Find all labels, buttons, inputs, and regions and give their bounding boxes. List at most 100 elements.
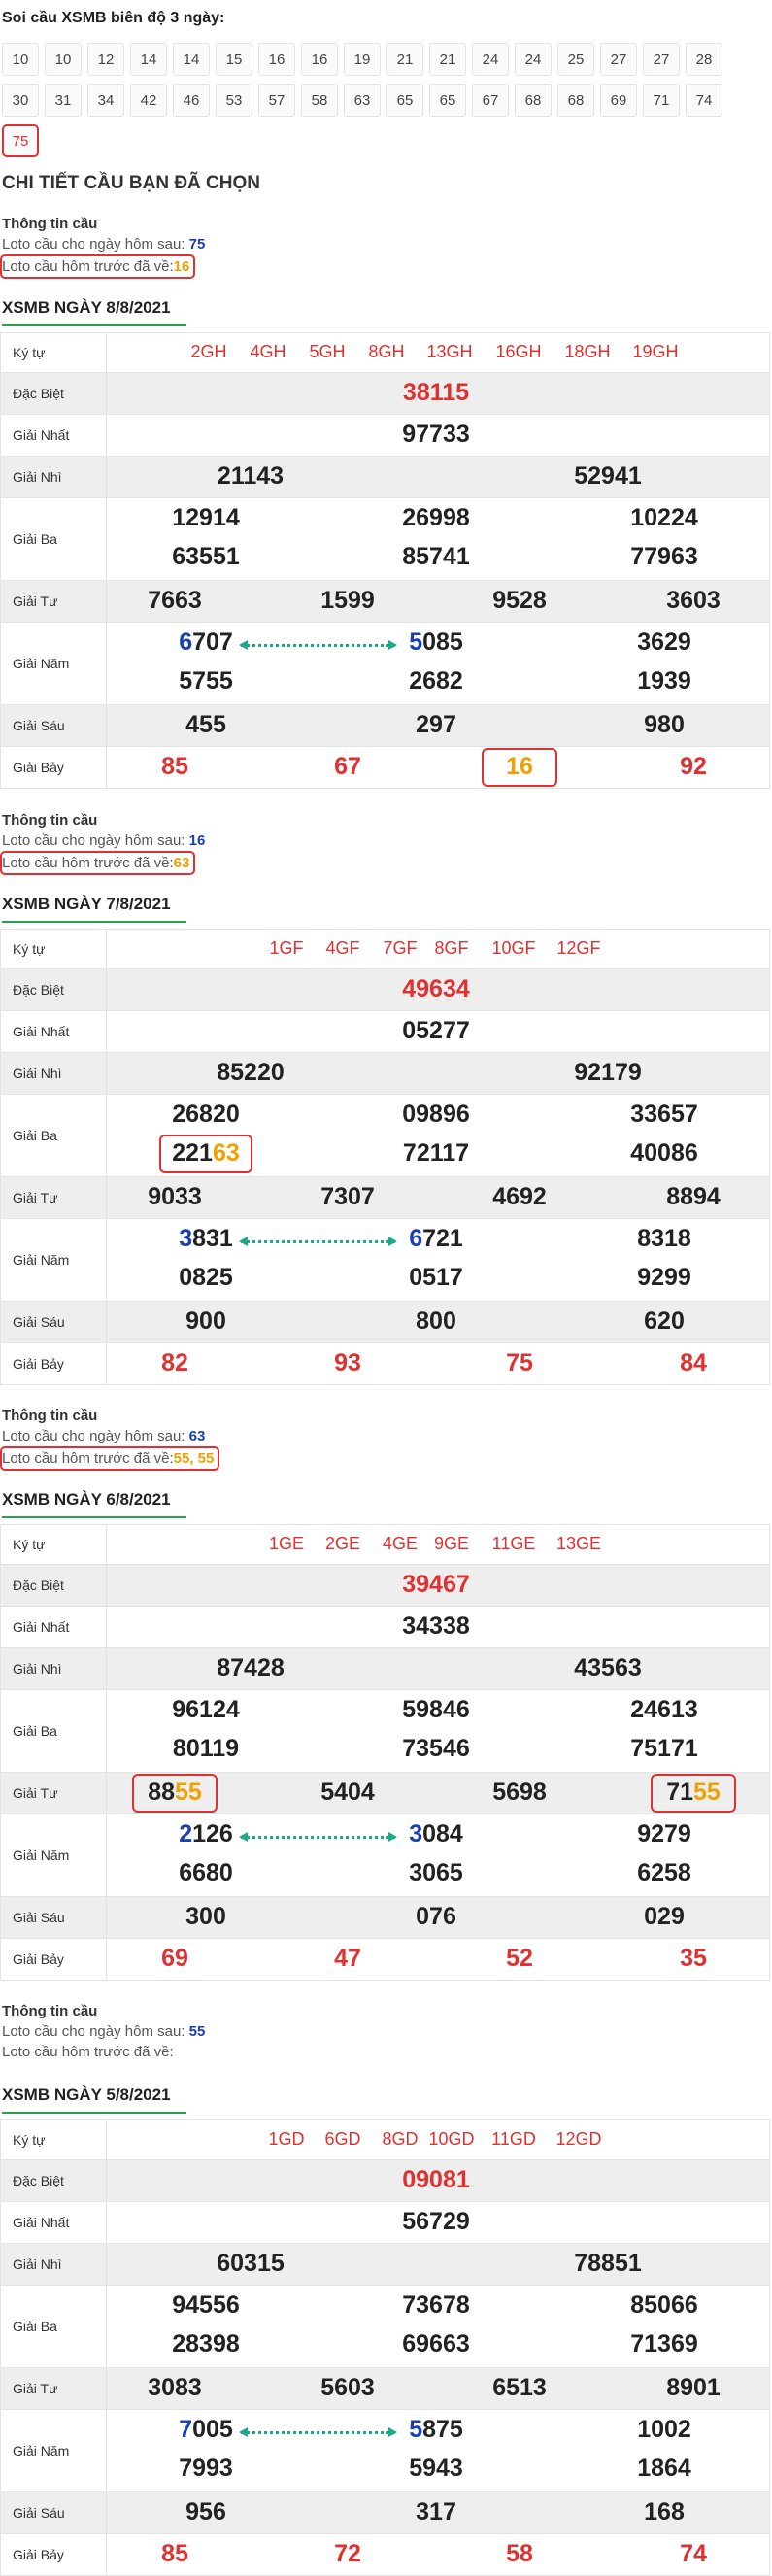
row-label: Giải Nhì: [0, 1052, 107, 1095]
row-cell: 900 800 620: [107, 1302, 769, 1342]
sixth-prize: 620: [644, 1307, 685, 1335]
loto-button[interactable]: 14: [173, 43, 210, 76]
loto-button[interactable]: 16: [258, 43, 295, 76]
cau-info-title: Thông tin cầu: [2, 2003, 98, 2019]
prev-day-row: Loto cầu hôm trước đã về:16: [0, 254, 759, 279]
row-cell: 956 317 168: [107, 2492, 769, 2533]
loto-button[interactable]: 71: [643, 84, 680, 117]
loto-button[interactable]: 27: [643, 43, 680, 76]
fourth-prize: 9528: [492, 587, 547, 614]
sixth-prize: 455: [185, 711, 226, 738]
kytu-label: 10GF: [491, 938, 536, 958]
row-label: Đặc Biệt: [0, 372, 107, 415]
prev-day-wrap: Loto cầu hôm trước đã về:: [2, 2044, 174, 2060]
row-cell: 2GH 4GH 5GH 8GH 13GH 16GH 18GH 19GH: [107, 333, 769, 372]
loto-button[interactable]: 28: [686, 43, 722, 76]
row-db: Đặc Biệt 49634: [0, 968, 770, 1011]
kytu-label: 4GE: [382, 1534, 419, 1553]
row-values: 1GD 6GD 8GD 10GD 11GD 12GD: [106, 2119, 770, 2160]
row-g7: Giải Bảy 85 72 58 74: [0, 2533, 770, 2576]
loto-button[interactable]: 58: [301, 84, 338, 117]
date-underline: [2, 324, 186, 326]
row-values: 3083 5603 6513 8901: [106, 2367, 770, 2410]
row-cell: 8855 5404 5698 7155: [107, 1773, 769, 1813]
loto-button[interactable]: 65: [429, 84, 466, 117]
highlight-box: [132, 1774, 218, 1813]
row-cell: 9033 7307 4692 8894: [107, 1177, 769, 1218]
row-values: 26820 09896 33657 22163 72117 40086: [106, 1094, 770, 1177]
sixth-prize: 900: [185, 1307, 226, 1335]
loto-button[interactable]: 16: [301, 43, 338, 76]
results-table: Ký tự 1GE 2GE 4GE 9GE 11GE 13GE Đặc Biệt 39467 Gi…: [0, 1524, 770, 1981]
second-prize: 52941: [574, 462, 642, 490]
next-day-row: Loto cầu cho ngày hôm sau: 16: [2, 830, 759, 851]
loto-button[interactable]: 75: [2, 124, 39, 157]
loto-button[interactable]: 27: [600, 43, 637, 76]
loto-button[interactable]: 24: [515, 43, 552, 76]
loto-button[interactable]: 57: [258, 84, 295, 117]
fourth-prize: 7307: [320, 1183, 375, 1210]
loto-button[interactable]: 31: [45, 84, 82, 117]
loto-button[interactable]: 69: [600, 84, 637, 117]
loto-button[interactable]: 46: [173, 84, 210, 117]
second-prize: 43563: [574, 1654, 642, 1681]
loto-button[interactable]: 10: [2, 43, 39, 76]
loto-button[interactable]: 24: [472, 43, 509, 76]
row-g5: Giải Năm 7005 5875 1002 7993 5943 1864: [0, 2409, 770, 2492]
kytu-label: 8GD: [382, 2129, 419, 2149]
fifth-prize: 2126: [179, 1820, 233, 1847]
cau-info: Thông tin cầu Loto cầu cho ngày hôm sau: …: [2, 2001, 759, 2062]
date-underline: [2, 921, 186, 923]
loto-button[interactable]: 67: [472, 84, 509, 117]
loto-button[interactable]: 12: [87, 43, 124, 76]
row-label: Giải Sáu: [0, 704, 107, 747]
row-label: Đặc Biệt: [0, 1564, 107, 1607]
loto-button[interactable]: 21: [429, 43, 466, 76]
second-prize: 21143: [217, 462, 285, 490]
row-values: 49634: [106, 968, 770, 1011]
row-cell: 1GE 2GE 4GE 9GE 11GE 13GE: [107, 1525, 769, 1564]
row-cell: 09081: [107, 2160, 769, 2201]
prev-day-value: 63: [173, 855, 190, 871]
third-prize: 63551: [172, 543, 240, 570]
row-cell: 2126 3084 9279 6680 3065 6258: [107, 1814, 769, 1896]
prev-day-label: Loto cầu hôm trước đã về:: [2, 1450, 174, 1467]
row-cell: 97733: [107, 415, 769, 456]
loto-button[interactable]: 53: [216, 84, 252, 117]
fourth-prize: 5404: [320, 1779, 375, 1806]
loto-button[interactable]: 14: [130, 43, 167, 76]
loto-button[interactable]: 34: [87, 84, 124, 117]
kytu-label: 8GH: [368, 342, 405, 361]
date-heading: XSMB NGÀY 5/8/2021: [2, 2085, 186, 2114]
third-prize: 24613: [630, 1696, 698, 1723]
loto-button[interactable]: 25: [557, 43, 594, 76]
date-heading: XSMB NGÀY 6/8/2021: [2, 1490, 186, 1518]
fifth-prize: 2682: [409, 667, 463, 695]
row-kytu: Ký tự 1GE 2GE 4GE 9GE 11GE 13GE: [0, 1524, 770, 1565]
loto-button[interactable]: 15: [216, 43, 252, 76]
row-db: Đặc Biệt 38115: [0, 372, 770, 415]
loto-button[interactable]: 68: [557, 84, 594, 117]
loto-button[interactable]: 30: [2, 84, 39, 117]
loto-button[interactable]: 74: [686, 84, 722, 117]
special-prize: 38115: [402, 379, 470, 406]
row-label: Ký tự: [0, 929, 107, 969]
row-values: 85220 92179: [106, 1052, 770, 1095]
loto-button[interactable]: 68: [515, 84, 552, 117]
sixth-prize: 029: [644, 1903, 685, 1930]
row-label: Giải Nhất: [0, 1606, 107, 1648]
row-cell: 49634: [107, 969, 769, 1010]
row-cell: 1GD 6GD 8GD 10GD 11GD 12GD: [107, 2120, 769, 2159]
loto-button[interactable]: 21: [386, 43, 423, 76]
loto-button[interactable]: 63: [344, 84, 381, 117]
sixth-prize: 168: [644, 2498, 685, 2525]
loto-button[interactable]: 19: [344, 43, 381, 76]
seventh-prize: 82: [161, 1349, 188, 1376]
row-cell: 05277: [107, 1011, 769, 1052]
loto-button[interactable]: 65: [386, 84, 423, 117]
loto-button[interactable]: 10: [45, 43, 82, 76]
row-values: 60315 78851: [106, 2243, 770, 2286]
kytu-label: 1GD: [268, 2129, 305, 2149]
loto-button[interactable]: 42: [130, 84, 167, 117]
kytu-label: 5GH: [309, 342, 346, 361]
